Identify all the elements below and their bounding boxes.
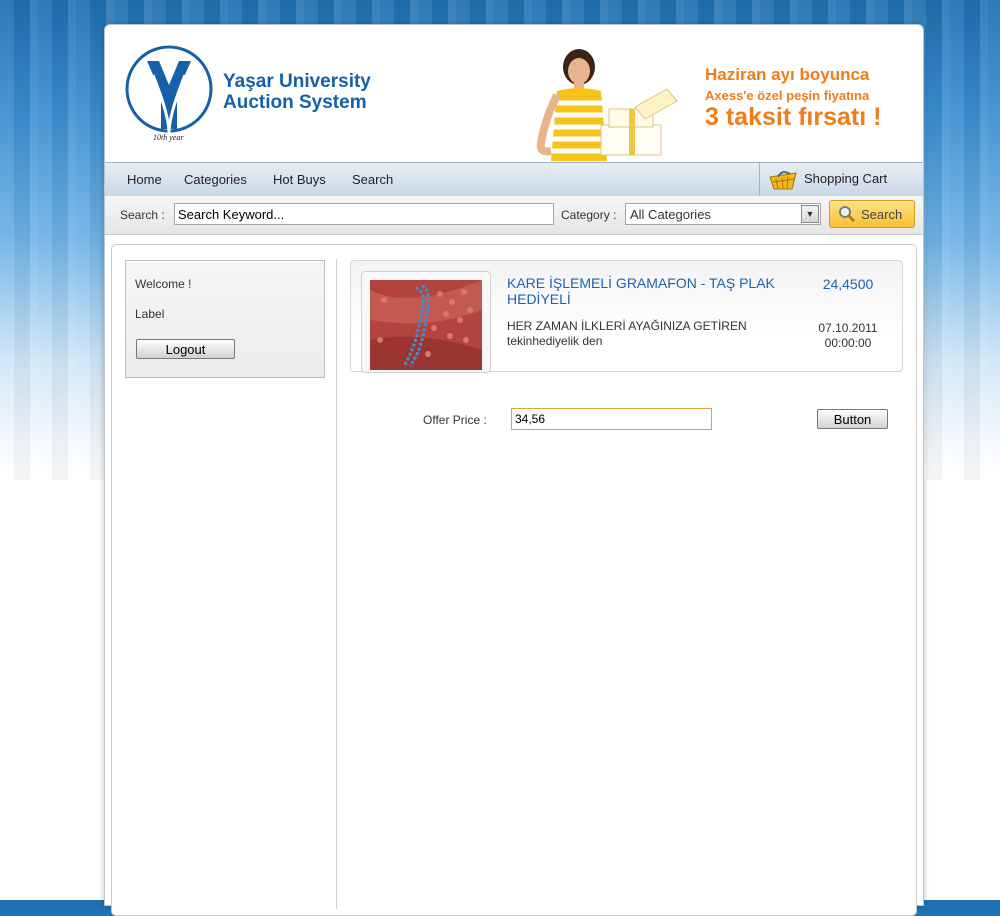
product-thumbnail-frame[interactable] xyxy=(361,271,491,373)
search-keyword-input[interactable] xyxy=(174,203,554,225)
welcome-panel: Welcome ! Label Logout xyxy=(125,260,325,378)
search-button[interactable]: Search xyxy=(829,200,915,228)
product-date: 07.10.2011 xyxy=(818,321,878,335)
product-time: 00:00:00 xyxy=(824,336,872,350)
shopping-basket-icon xyxy=(769,171,797,190)
dropdown-arrow-icon[interactable]: ▼ xyxy=(801,205,819,223)
offer-price-label: Offer Price : xyxy=(423,413,487,427)
promo-woman-with-gifts-image xyxy=(536,49,678,161)
nav-search[interactable]: Search xyxy=(352,172,393,187)
search-bar: Search : Category : All Categories ▼ Sea… xyxy=(105,196,923,235)
search-label: Search : xyxy=(120,208,165,222)
nav-hot-buys[interactable]: Hot Buys xyxy=(273,172,326,187)
column-divider xyxy=(336,259,337,909)
product-description: HER ZAMAN İLKLERİ AYAĞINIZA GETİREN teki… xyxy=(507,319,747,348)
offer-price-input[interactable] xyxy=(511,408,712,430)
brand-line-2: Auction System xyxy=(223,92,367,113)
product-item: KARE İŞLEMELİ GRAMAFON - TAŞ PLAK HEDİYE… xyxy=(350,260,903,373)
promo-text: Haziran ayı boyunca Axess'e özel peşin f… xyxy=(705,65,881,132)
product-price: 24,4500 xyxy=(822,276,874,292)
brand-title: Yaşar University Auction System xyxy=(223,71,371,113)
promo-line-1: Haziran ayı boyunca xyxy=(705,65,870,84)
category-selected-value: All Categories xyxy=(630,207,711,222)
category-label: Category : xyxy=(561,208,617,222)
page-container: 10th year Yaşar University Auction Syste… xyxy=(104,24,924,916)
category-select[interactable]: All Categories ▼ xyxy=(625,203,821,225)
product-thumbnail-image xyxy=(370,280,482,370)
welcome-text: Welcome ! xyxy=(135,277,192,291)
nav-categories[interactable]: Categories xyxy=(184,172,247,187)
main-nav: Home Categories Hot Buys Search Shopping… xyxy=(105,162,923,197)
header: 10th year Yaşar University Auction Syste… xyxy=(105,25,923,162)
product-end-date: 07.10.2011 00:00:00 xyxy=(806,321,890,351)
shopping-cart-label: Shopping Cart xyxy=(804,171,888,186)
product-title[interactable]: KARE İŞLEMELİ GRAMAFON - TAŞ PLAK HEDİYE… xyxy=(507,275,787,307)
brand-line-1: Yaşar University xyxy=(223,71,371,92)
nav-home[interactable]: Home xyxy=(127,172,162,187)
offer-submit-button[interactable]: Button xyxy=(817,409,888,429)
promo-line-2: Axess'e özel peşin fiyatına xyxy=(705,88,870,103)
content-area: Welcome ! Label Logout KARE İŞLEMELİ GRA… xyxy=(111,244,917,916)
user-label: Label xyxy=(135,307,165,321)
university-logo: 10th year xyxy=(125,45,213,142)
search-button-label: Search xyxy=(861,207,903,222)
logo-caption: 10th year xyxy=(153,133,184,142)
promo-line-3: 3 taksit fırsatı ! xyxy=(705,103,882,131)
logout-button[interactable]: Logout xyxy=(136,339,235,359)
shopping-cart-link[interactable]: Shopping Cart xyxy=(759,163,887,196)
magnifier-icon xyxy=(839,206,856,223)
